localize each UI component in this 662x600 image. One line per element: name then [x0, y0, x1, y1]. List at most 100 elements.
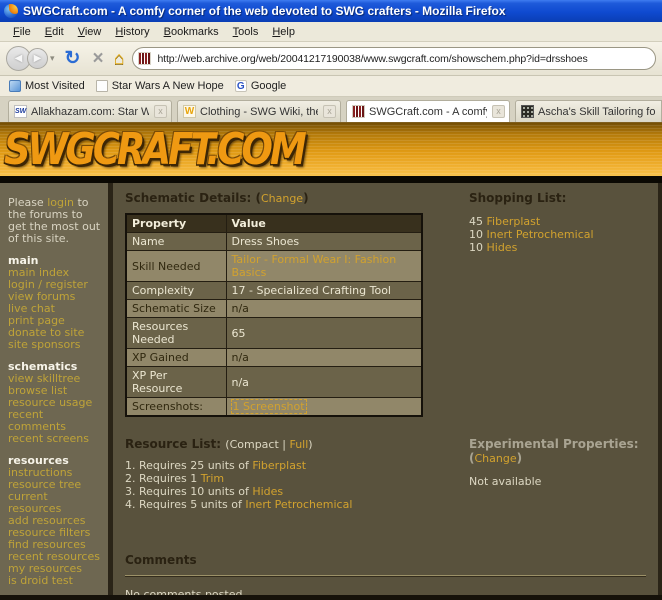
inert-petrochemical-link[interactable]: Inert Petrochemical: [245, 498, 352, 511]
resource-list-item: 1. Requires 25 units of Fiberplast: [125, 459, 307, 472]
swgcraft-logo: SWGCRAFT.COM: [4, 124, 307, 175]
sidebar-section-main: main main index login / register view fo…: [8, 255, 104, 351]
browser-window: SWGCraft.com - A comfy corner of the web…: [0, 0, 662, 600]
forward-icon[interactable]: ▶: [27, 48, 48, 69]
sidebar-item-recent-screens[interactable]: recent screens: [8, 433, 104, 445]
value-cell: Dress Shoes: [225, 232, 423, 251]
menu-tools[interactable]: Tools: [226, 24, 266, 40]
experimental-properties-heading: Experimental Properties: (Change): [469, 437, 639, 465]
full-view-link[interactable]: Full: [289, 438, 308, 451]
tab-allakhazam[interactable]: SW Allakhazam.com: Star Wars G... x: [8, 100, 172, 122]
sidebar-item-recent-comments[interactable]: recent comments: [8, 409, 104, 433]
hides-link[interactable]: Hides: [252, 485, 283, 498]
page-content: Please login to the forums to get the mo…: [0, 183, 662, 600]
tab-label: SWGCraft.com - A comfy cor...: [369, 105, 487, 118]
property-cell: Resources Needed: [125, 317, 227, 349]
menu-edit[interactable]: Edit: [38, 24, 71, 40]
stop-icon[interactable]: ×: [92, 48, 103, 70]
resource-list-item: 3. Requires 10 units of Hides: [125, 485, 284, 498]
sidebar: Please login to the forums to get the mo…: [0, 183, 108, 600]
schematic-change-link[interactable]: Change: [261, 192, 303, 205]
divider-line: [125, 575, 646, 577]
property-cell: Complexity: [125, 281, 227, 300]
table-row: Resources Needed 65: [125, 317, 423, 349]
tab-close-icon[interactable]: x: [492, 105, 505, 118]
tab-bar: SW Allakhazam.com: Star Wars G... x W Cl…: [0, 97, 662, 122]
bookmark-google[interactable]: G Google: [232, 79, 292, 93]
experimental-change-link[interactable]: Change: [474, 452, 516, 465]
tab-swg-wiki[interactable]: W Clothing - SWG Wiki, the Star... x: [177, 100, 341, 122]
property-cell: Screenshots:: [125, 397, 227, 417]
comments-section: Comments No comments posted. You must be…: [125, 553, 648, 600]
menu-bookmarks[interactable]: Bookmarks: [157, 24, 226, 40]
bookmark-label: Google: [250, 80, 287, 92]
main-content: Schematic Details: (Change) Property Val…: [113, 183, 662, 600]
bookmark-label: Most Visited: [25, 80, 85, 92]
tab-label: Clothing - SWG Wiki, the Star...: [200, 105, 318, 118]
resource-list-item: 4. Requires 5 units of Inert Petrochemic…: [125, 498, 353, 511]
property-cell: XP Gained: [125, 348, 227, 367]
bookmarks-toolbar: Most Visited Star Wars A New Hope G Goog…: [0, 76, 662, 97]
table-row: XP Per Resource n/a: [125, 366, 423, 398]
bookmark-star-wars[interactable]: Star Wars A New Hope: [93, 79, 230, 93]
sidebar-item-sponsors[interactable]: site sponsors: [8, 339, 104, 351]
trim-link[interactable]: Trim: [201, 472, 224, 485]
property-cell: Skill Needed: [125, 250, 227, 282]
address-bar[interactable]: http://web.archive.org/web/2004121719003…: [132, 47, 656, 70]
skill-needed-link[interactable]: Tailor - Formal Wear I: Fashion Basics: [232, 253, 397, 279]
shopping-list-item: 45 Fiberplast: [469, 215, 541, 228]
refresh-icon[interactable]: ↻: [65, 47, 81, 70]
fiberplast-link[interactable]: Fiberplast: [252, 459, 306, 472]
sidebar-intro: Please login to the forums to get the mo…: [8, 197, 104, 245]
comments-empty-text: No comments posted.: [125, 588, 246, 600]
inert-petrochemical-link[interactable]: Inert Petrochemical: [487, 228, 594, 241]
ascha-tab-icon: [521, 105, 534, 118]
url-text[interactable]: http://web.archive.org/web/2004121719003…: [157, 53, 587, 65]
menu-history[interactable]: History: [108, 24, 156, 40]
resource-list-item: 2. Requires 1 Trim: [125, 472, 225, 485]
menu-view[interactable]: View: [71, 24, 109, 40]
schematic-details-heading: Schematic Details: (Change): [125, 191, 309, 205]
tab-close-icon[interactable]: x: [154, 105, 167, 118]
experimental-status: Not available: [469, 475, 542, 488]
banner-divider: [0, 176, 662, 183]
table-row: XP Gained n/a: [125, 348, 423, 367]
menu-bar: File Edit View History Bookmarks Tools H…: [0, 22, 662, 42]
value-cell: 65: [225, 317, 423, 349]
property-cell: Name: [125, 232, 227, 251]
screenshot-link[interactable]: 1 Screenshot: [230, 399, 307, 414]
value-cell: n/a: [225, 366, 423, 398]
window-title: SWGCraft.com - A comfy corner of the web…: [23, 4, 506, 18]
swgcraft-favicon-icon: [138, 52, 152, 65]
sidebar-item-current-resources[interactable]: current resources: [8, 491, 104, 515]
navigation-toolbar: ◀ ▶ ▾ ↻ × ⌂ http://web.archive.org/web/2…: [0, 42, 662, 76]
bookmark-label: Star Wars A New Hope: [111, 80, 224, 92]
home-icon[interactable]: ⌂: [114, 48, 125, 69]
hides-link[interactable]: Hides: [487, 241, 518, 254]
bookmark-most-visited[interactable]: Most Visited: [6, 79, 91, 93]
site-banner: SWGCRAFT.COM: [0, 122, 662, 176]
tab-close-icon[interactable]: x: [323, 105, 336, 118]
comments-heading: Comments: [125, 553, 197, 567]
tab-swgcraft-active[interactable]: SWGCraft.com - A comfy cor... x: [346, 100, 510, 122]
sidebar-section-resources: resources instructions resource tree cur…: [8, 455, 104, 587]
table-header-row: Property Value: [125, 213, 423, 233]
firefox-icon: [4, 4, 18, 18]
history-dropdown-icon[interactable]: ▾: [50, 53, 55, 64]
resource-list: 1. Requires 25 units of Fiberplast 2. Re…: [125, 459, 463, 511]
tab-ascha[interactable]: Ascha's Skill Tailoring fo: [515, 100, 662, 122]
fiberplast-link[interactable]: Fiberplast: [487, 215, 541, 228]
wiki-icon: W: [183, 105, 196, 118]
menu-help[interactable]: Help: [265, 24, 302, 40]
value-cell: 17 - Specialized Crafting Tool: [225, 281, 423, 300]
shopping-list: 45 Fiberplast 10 Inert Petrochemical 10 …: [469, 215, 648, 254]
title-bar: SWGCraft.com - A comfy corner of the web…: [0, 0, 662, 22]
resource-list-heading: Resource List: (Compact | Full): [125, 437, 313, 451]
column-header: Value: [225, 213, 423, 233]
menu-file[interactable]: File: [6, 24, 38, 40]
swgcraft-tab-icon: [352, 105, 365, 118]
tab-label: Allakhazam.com: Star Wars G...: [31, 105, 149, 118]
most-visited-icon: [9, 80, 21, 92]
value-cell: n/a: [225, 348, 423, 367]
sidebar-item-is-droid-test[interactable]: is droid test: [8, 575, 104, 587]
